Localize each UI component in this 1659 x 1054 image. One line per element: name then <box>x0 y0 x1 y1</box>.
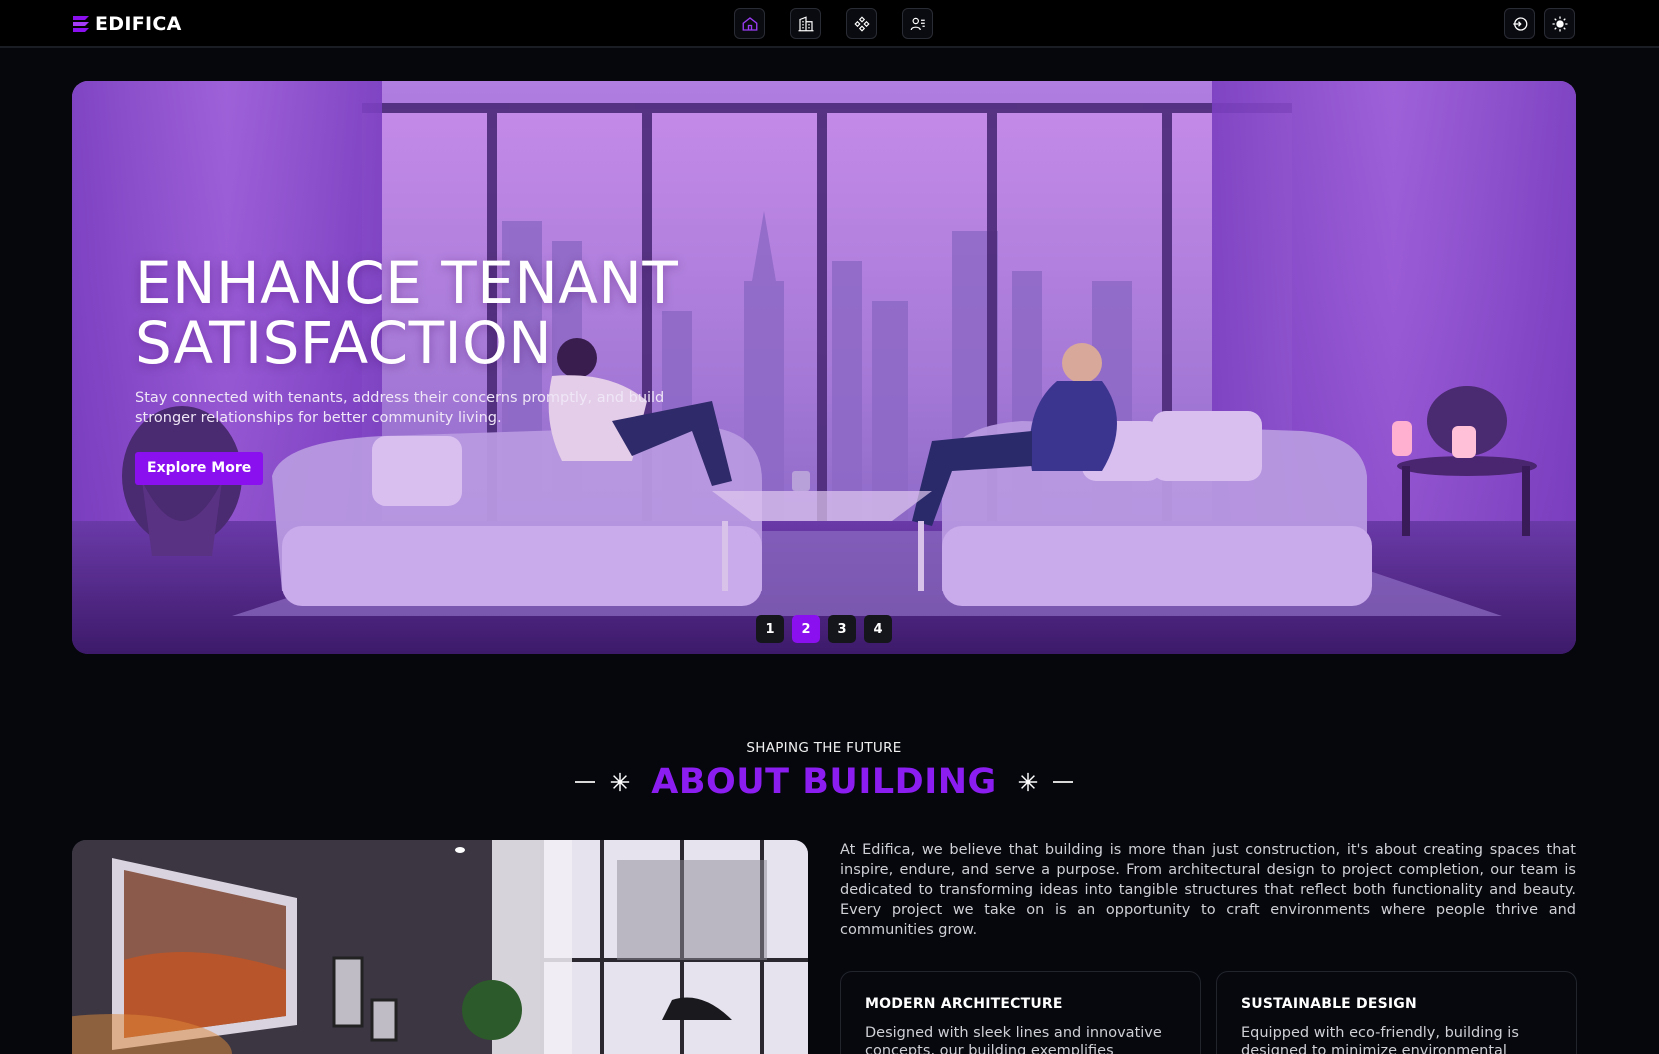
card-title: SUSTAINABLE DESIGN <box>1241 996 1417 1012</box>
hero-subtitle-line-2: stronger relationships for better commun… <box>135 410 502 426</box>
top-navbar: EDIFICA <box>0 0 1659 48</box>
sun-icon <box>1552 16 1567 31</box>
building-icon <box>798 15 813 31</box>
hero-subtitle-line-1: Stay connected with tenants, address the… <box>135 390 665 406</box>
divider-dash-left <box>575 781 596 783</box>
pager-button-2[interactable]: 2 <box>792 615 820 643</box>
brand-name: EDIFICA <box>95 13 182 35</box>
nav-services-button[interactable] <box>846 8 877 39</box>
services-icon <box>853 15 870 32</box>
login-button[interactable] <box>1504 8 1535 39</box>
card-title: MODERN ARCHITECTURE <box>865 996 1063 1012</box>
about-eyebrow: SHAPING THE FUTURE <box>746 740 902 756</box>
home-icon <box>742 16 757 31</box>
pager-button-1[interactable]: 1 <box>756 615 784 643</box>
sparkle-icon-right <box>1018 772 1037 792</box>
main-nav <box>734 8 933 39</box>
logo-icon <box>73 16 89 32</box>
card-text: Designed with sleek lines and innovative… <box>865 1025 1162 1054</box>
about-title: ABOUT BUILDING <box>651 762 997 802</box>
interior-scene <box>72 840 808 1054</box>
hero-title: ENHANCE TENANT SATISFACTION <box>135 253 755 373</box>
explore-more-button[interactable]: Explore More <box>135 452 264 485</box>
hero-pagination: 1 2 3 4 <box>756 615 892 643</box>
divider-dash-right <box>1052 781 1073 783</box>
sparkle-icon-left <box>611 772 630 792</box>
about-paragraph: At Edifica, we believe that building is … <box>840 842 1576 938</box>
feature-card-modern-architecture: MODERN ARCHITECTURE Designed with sleek … <box>840 971 1201 1054</box>
nav-contacts-button[interactable] <box>902 8 933 39</box>
brand-logo[interactable]: EDIFICA <box>71 11 182 37</box>
theme-toggle-button[interactable] <box>1544 8 1575 39</box>
feature-card-sustainable-design: SUSTAINABLE DESIGN Equipped with eco-fri… <box>1216 971 1577 1054</box>
nav-home-button[interactable] <box>734 8 765 39</box>
hero-banner: ENHANCE TENANT SATISFACTION Stay connect… <box>72 81 1576 654</box>
pager-button-3[interactable]: 3 <box>828 615 856 643</box>
pager-button-4[interactable]: 4 <box>864 615 892 643</box>
hero-title-line-1: ENHANCE TENANT <box>135 249 679 317</box>
nav-building-button[interactable] <box>790 8 821 39</box>
card-text: Equipped with eco-friendly, building is … <box>1241 1025 1519 1054</box>
about-interior-image <box>72 840 808 1054</box>
login-icon <box>1512 16 1527 31</box>
about-heading: ABOUT BUILDING <box>0 762 1648 802</box>
hero-subtitle: Stay connected with tenants, address the… <box>135 388 695 428</box>
contacts-icon <box>910 17 925 30</box>
hero-title-line-2: SATISFACTION <box>135 309 553 377</box>
nav-actions <box>1504 8 1575 39</box>
